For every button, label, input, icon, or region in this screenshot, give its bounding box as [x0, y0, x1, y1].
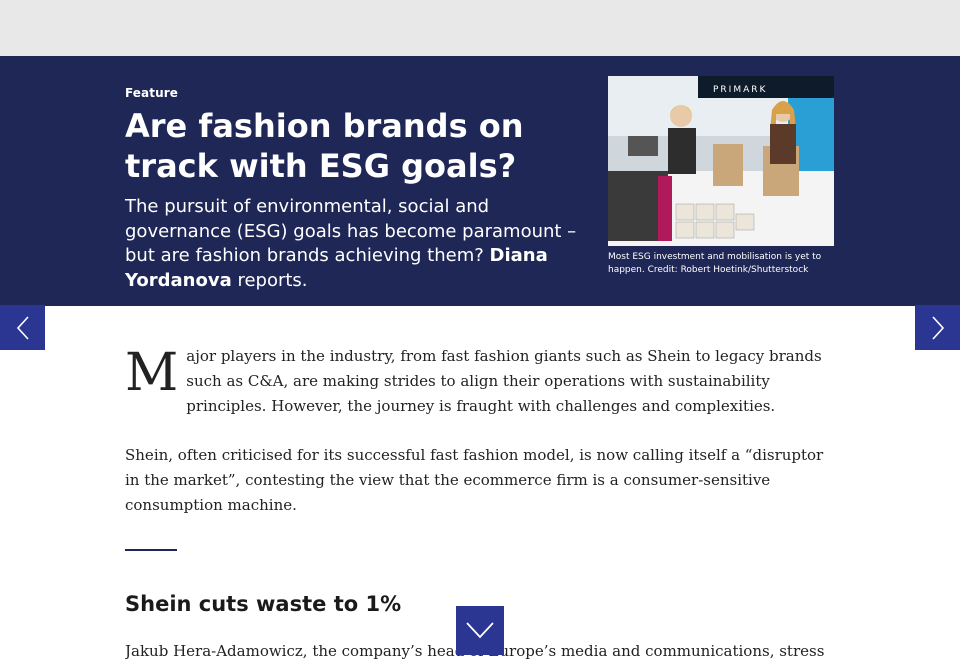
article-category: Feature: [125, 86, 178, 100]
previous-article-button[interactable]: [0, 305, 45, 350]
article-headline: Are fashion brands on track with ESG goa…: [125, 107, 524, 185]
section-divider: [125, 549, 177, 551]
article-hero: Feature Are fashion brands on track with…: [0, 56, 960, 306]
chevron-right-icon: [931, 315, 944, 340]
article-subheading: Shein cuts waste to 1%: [125, 592, 402, 616]
next-article-button[interactable]: [915, 305, 960, 350]
image-caption: Most ESG investment and mobilisation is …: [608, 252, 822, 275]
drop-cap: M: [125, 343, 179, 403]
paragraph-text: ajor players in the industry, from fast …: [186, 347, 822, 415]
article-standfirst: The pursuit of environmental, social and…: [125, 195, 587, 293]
hero-photo: PRIMARK: [608, 76, 834, 246]
article-paragraph: Major players in the industry, from fast…: [125, 344, 825, 419]
article-paragraph: Shein, often criticised for its successf…: [125, 446, 824, 514]
top-ad-bar: [0, 0, 960, 56]
standfirst-tail: reports.: [231, 269, 308, 291]
chevron-down-icon: [466, 622, 494, 639]
scroll-down-button[interactable]: [456, 606, 504, 655]
hero-figure: PRIMARK Most ESG investment and mobilisa…: [608, 76, 834, 276]
article-body: Major players in the industry, from fast…: [125, 344, 825, 518]
chevron-left-icon: [16, 315, 29, 340]
store-signage: PRIMARK: [713, 85, 767, 95]
